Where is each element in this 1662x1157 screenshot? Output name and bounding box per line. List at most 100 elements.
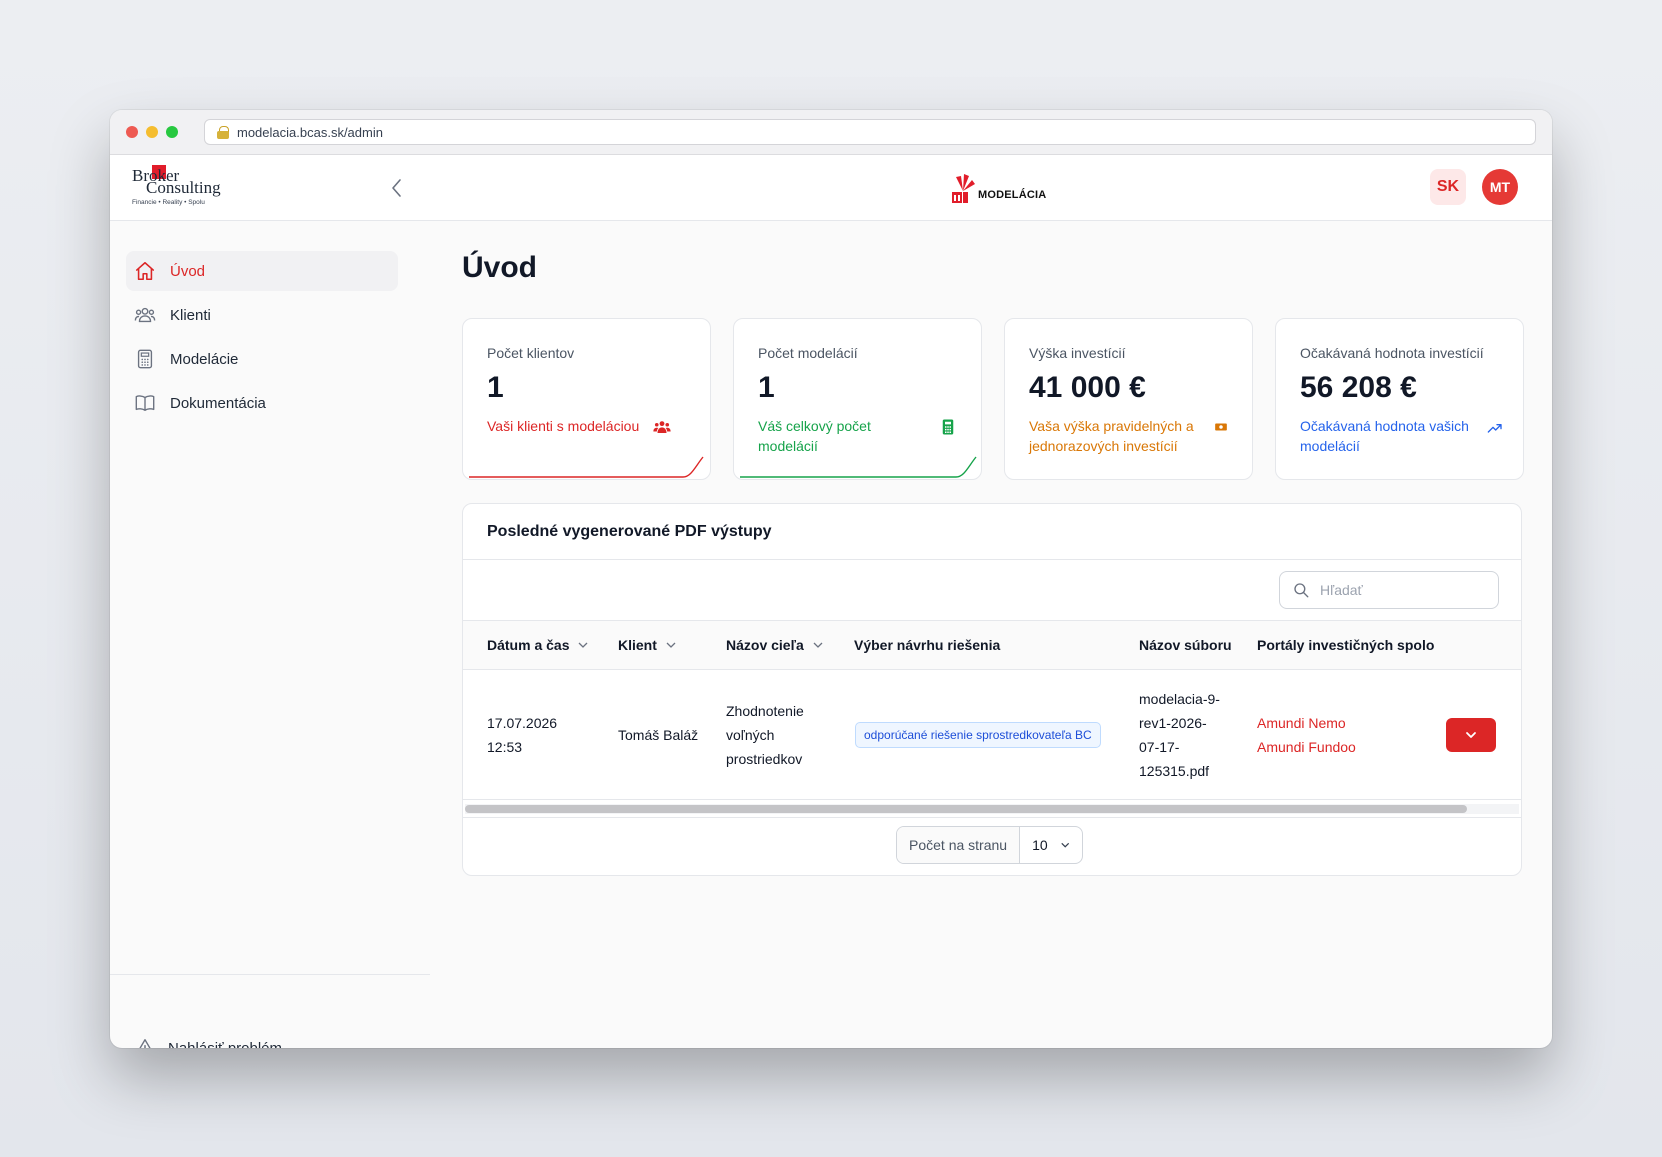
column-header-goal[interactable]: Názov cieľa	[726, 637, 824, 653]
stat-card-modelations: Počet modelácií 1 Váš celkový počet mode…	[733, 318, 982, 480]
sidebar-item-label: Úvod	[170, 262, 206, 280]
column-label: Klient	[618, 637, 657, 653]
chevron-down-icon	[579, 642, 588, 648]
calculator-icon	[942, 419, 954, 435]
stat-description: Vaša výška pravidelných a jednorazových …	[1029, 418, 1194, 454]
per-page-value: 10	[1032, 837, 1048, 853]
collapse-sidebar-button[interactable]	[384, 175, 410, 201]
filename-text: rev1-2026-	[1139, 715, 1207, 731]
cell-filename: modelacia-9- rev1-2026- 07-17- 125315.pd…	[1139, 687, 1220, 783]
maximize-window-button[interactable]	[166, 126, 178, 138]
report-problem-label: Nahlásiť problém	[168, 1039, 283, 1049]
sidebar-nav: Úvod Klienti Modelácie Dokumentácia	[126, 251, 398, 427]
per-page-select[interactable]: 10	[1020, 827, 1082, 863]
sidebar-item-klienti[interactable]: Klienti	[126, 295, 398, 335]
minimize-window-button[interactable]	[146, 126, 158, 138]
stat-label: Počet klientov	[487, 345, 575, 361]
column-label: Názov súboru	[1139, 637, 1232, 653]
stats-row: Počet klientov 1 Vaši klienti s modeláci…	[462, 318, 1524, 480]
chevron-down-icon	[1466, 732, 1476, 738]
table-title: Posledné vygenerované PDF výstupy	[487, 523, 772, 540]
chevron-down-icon	[813, 642, 823, 648]
home-icon	[134, 260, 156, 282]
user-avatar[interactable]: MT	[1482, 169, 1518, 205]
users-icon	[653, 421, 671, 433]
stat-card-expected-value: Očakávaná hodnota investícií 56 208 € Oč…	[1275, 318, 1524, 480]
column-label: Názov cieľa	[726, 637, 804, 653]
table-header: Dátum a čas Klient Názov cieľa Výber náv…	[463, 620, 1521, 670]
report-problem-button[interactable]: Nahlásiť problém	[134, 1037, 282, 1048]
goal-text: voľných	[726, 727, 775, 743]
column-header-client[interactable]: Klient	[618, 637, 677, 653]
language-switch-button[interactable]: SK	[1430, 169, 1466, 205]
filename-text: 07-17-	[1139, 739, 1180, 755]
modelacia-logo-mark-icon	[952, 174, 975, 203]
chevron-down-icon	[1060, 842, 1069, 848]
stat-description: Vaši klienti s modeláciou	[487, 418, 640, 434]
search-input[interactable]	[1320, 582, 1490, 598]
cell-portals: Amundi Nemo Amundi Fundoo	[1257, 711, 1356, 759]
stat-label: Počet modelácií	[758, 345, 858, 361]
stat-value: 1	[758, 371, 775, 404]
goal-text: prostriedkov	[726, 751, 803, 767]
lock-icon	[217, 126, 229, 139]
cell-goal: Zhodnotenie voľných prostriedkov	[726, 699, 804, 771]
stat-description: Očakávaná hodnota vašich modelácií	[1300, 418, 1469, 454]
logo-word-consulting: Consulting	[146, 178, 221, 197]
cell-client: Tomáš Baláž	[618, 727, 699, 743]
chevron-left-icon	[392, 179, 401, 197]
divider	[463, 559, 1521, 560]
row-actions-button[interactable]	[1446, 718, 1496, 752]
book-icon	[134, 392, 156, 414]
column-label: Dátum a čas	[487, 637, 570, 653]
portal-link-amundi-nemo[interactable]: Amundi Nemo	[1257, 711, 1356, 735]
sticky-column-header	[1435, 621, 1521, 669]
chevron-down-icon	[666, 642, 676, 648]
sidebar-item-label: Dokumentácia	[170, 394, 266, 412]
browser-window: modelacia.bcas.sk/admin Broker Consultin…	[110, 110, 1552, 1048]
divider	[463, 817, 1521, 818]
logo-tagline: Financie • Reality • Spolu	[132, 199, 205, 206]
search-icon	[1294, 583, 1309, 598]
stat-card-investments: Výška investícií 41 000 € Vaša výška pra…	[1004, 318, 1253, 480]
filename-text: 125315.pdf	[1139, 763, 1210, 779]
url-text: modelacia.bcas.sk/admin	[237, 124, 383, 140]
sidebar: Úvod Klienti Modelácie Dokumentácia	[110, 221, 430, 1048]
sidebar-item-uvod[interactable]: Úvod	[126, 251, 398, 291]
sidebar-item-modelacie[interactable]: Modelácie	[126, 339, 398, 379]
stat-value: 56 208 €	[1300, 371, 1417, 404]
stat-label: Výška investícií	[1029, 345, 1126, 361]
column-label: Portály investičných spolo	[1257, 637, 1435, 653]
sidebar-item-label: Modelácie	[170, 350, 239, 368]
broker-consulting-logo[interactable]: Broker Consulting Financie • Reality • S…	[132, 165, 222, 211]
address-bar[interactable]: modelacia.bcas.sk/admin	[204, 119, 1536, 145]
close-window-button[interactable]	[126, 126, 138, 138]
date-text: 17.07.2026	[487, 715, 558, 731]
users-icon	[134, 304, 156, 326]
modelacia-logo-text: MODELÁCIA	[978, 189, 1047, 201]
warning-icon	[139, 1039, 151, 1048]
horizontal-scrollbar-thumb[interactable]	[465, 805, 1467, 813]
sparkline	[740, 456, 977, 478]
column-header-date[interactable]: Dátum a čas	[487, 637, 589, 653]
stat-value: 1	[487, 371, 504, 404]
filename-text: modelacia-9-	[1139, 691, 1220, 707]
goal-text: Zhodnotenie	[726, 703, 804, 719]
stat-card-clients: Počet klientov 1 Vaši klienti s modeláci…	[462, 318, 711, 480]
pdf-outputs-card: Posledné vygenerované PDF výstupy Dátum …	[462, 503, 1522, 876]
cell-date: 17.07.2026 12:53	[487, 711, 557, 759]
per-page-control: Počet na stranu 10	[896, 826, 1084, 864]
sidebar-item-dokumentacia[interactable]: Dokumentácia	[126, 383, 398, 423]
column-label: Výber návrhu riešenia	[854, 637, 1001, 653]
modelacia-logo[interactable]: MODELÁCIA	[950, 171, 1046, 203]
app-header: Broker Consulting Financie • Reality • S…	[110, 155, 1552, 221]
calculator-icon	[134, 348, 156, 370]
portal-link-amundi-fundoo[interactable]: Amundi Fundoo	[1257, 735, 1356, 759]
sidebar-item-label: Klienti	[170, 306, 211, 324]
column-header-filename: Názov súboru	[1139, 637, 1232, 653]
solution-badge: odporúčané riešenie sprostredkovateľa BC	[855, 722, 1101, 748]
per-page-label: Počet na stranu	[897, 827, 1021, 863]
sparkline	[469, 456, 704, 478]
stat-label: Očakávaná hodnota investícií	[1300, 345, 1484, 361]
search-box[interactable]	[1279, 571, 1499, 609]
